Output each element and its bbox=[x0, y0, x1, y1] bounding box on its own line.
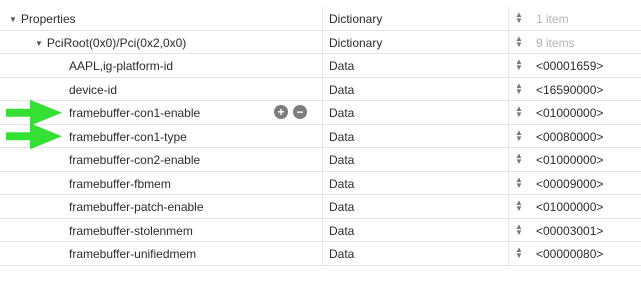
row-key-label: framebuffer-con2-enable bbox=[69, 153, 201, 167]
table-row[interactable]: ▼ PciRoot(0x0)/Pci(0x2,0x0) Dictionary ▲ ▼ 9 … bbox=[0, 31, 641, 54]
row-value[interactable]: <01000000> bbox=[536, 106, 603, 120]
row-value[interactable]: <16590000> bbox=[536, 83, 603, 97]
row-type[interactable]: Dictionary bbox=[329, 12, 382, 26]
row-type[interactable]: Data bbox=[329, 106, 354, 120]
table-row[interactable]: ▼ Properties Dictionary ▲ ▼ 1 item bbox=[0, 7, 641, 31]
stepper-icon[interactable]: ▲ ▼ bbox=[515, 152, 523, 166]
disclosure-triangle-icon[interactable]: ▼ bbox=[35, 39, 43, 48]
table-row[interactable]: framebuffer-stolenmem Data ▲ ▼ <00003001> bbox=[0, 219, 641, 242]
row-type[interactable]: Data bbox=[329, 200, 354, 214]
disclosure-triangle-icon[interactable]: ▼ bbox=[9, 15, 17, 24]
table-row[interactable]: framebuffer-con2-enable Data ▲ ▼ <01000000> bbox=[0, 148, 641, 172]
row-key-label: framebuffer-con1-enable bbox=[69, 106, 201, 120]
row-value[interactable]: 1 item bbox=[536, 12, 569, 26]
row-key-label: device-id bbox=[69, 82, 118, 97]
plus-circle-icon[interactable]: + bbox=[274, 105, 288, 119]
row-key[interactable]: AAPL,ig-platform-id bbox=[69, 59, 173, 73]
row-value[interactable]: <00003001> bbox=[536, 224, 603, 238]
minus-circle-icon[interactable]: − bbox=[293, 105, 307, 119]
row-type[interactable]: Data bbox=[329, 224, 354, 238]
row-key[interactable]: framebuffer-unifiedmem bbox=[69, 247, 196, 261]
row-key[interactable]: framebuffer-con2-enable bbox=[69, 153, 200, 167]
row-key[interactable]: ▼ PciRoot(0x0)/Pci(0x2,0x0) bbox=[35, 36, 186, 50]
stepper-icon[interactable]: ▲ ▼ bbox=[515, 222, 523, 236]
table-row[interactable]: framebuffer-con1-enable + − Data ▲ ▼ <01000000… bbox=[0, 101, 641, 125]
row-type[interactable]: Data bbox=[329, 59, 354, 73]
table-row[interactable]: framebuffer-patch-enable Data ▲ ▼ <01000000> bbox=[0, 195, 641, 219]
table-row[interactable]: framebuffer-con1-type Data ▲ ▼ <00080000> bbox=[0, 125, 641, 148]
row-key-label: AAPL,ig-platform-id bbox=[69, 59, 174, 73]
row-value[interactable]: <00000080> bbox=[536, 247, 603, 261]
stepper-icon[interactable]: ▲ ▼ bbox=[515, 34, 523, 48]
table-row[interactable]: device-id Data ▲ ▼ <16590000> bbox=[0, 78, 641, 101]
row-value[interactable]: <01000000> bbox=[536, 153, 603, 167]
table-row[interactable]: framebuffer-fbmem Data ▲ ▼ <00009000> bbox=[0, 172, 641, 195]
row-value[interactable]: 9 items bbox=[536, 36, 575, 50]
row-key-label: framebuffer-unifiedmem bbox=[69, 247, 197, 261]
row-key-label: PciRoot(0x0)/Pci(0x2,0x0) bbox=[46, 35, 187, 50]
row-value[interactable]: <01000000> bbox=[536, 200, 603, 214]
row-key-label: framebuffer-stolenmem bbox=[69, 223, 193, 238]
row-key-label: framebuffer-patch-enable bbox=[69, 200, 204, 214]
row-key[interactable]: framebuffer-con1-enable bbox=[69, 106, 200, 120]
row-key-label: Properties bbox=[20, 12, 76, 26]
row-type[interactable]: Data bbox=[329, 153, 354, 167]
row-value[interactable]: <00009000> bbox=[536, 177, 603, 191]
table-row[interactable]: AAPL,ig-platform-id Data ▲ ▼ <00001659> bbox=[0, 54, 641, 78]
row-type[interactable]: Data bbox=[329, 247, 354, 261]
row-value[interactable]: <00001659> bbox=[536, 59, 603, 73]
property-rows: ▼ Properties Dictionary ▲ ▼ 1 item ▼ PciRoot(0x… bbox=[0, 7, 641, 266]
stepper-icon[interactable]: ▲ ▼ bbox=[515, 246, 523, 260]
row-value[interactable]: <00080000> bbox=[536, 130, 603, 144]
row-key[interactable]: framebuffer-stolenmem bbox=[69, 224, 193, 238]
stepper-icon[interactable]: ▲ ▼ bbox=[515, 58, 523, 72]
row-key-label: framebuffer-fbmem bbox=[69, 176, 171, 191]
row-type[interactable]: Data bbox=[329, 130, 354, 144]
stepper-icon[interactable]: ▲ ▼ bbox=[515, 105, 523, 119]
row-type[interactable]: Dictionary bbox=[329, 36, 382, 50]
stepper-icon[interactable]: ▲ ▼ bbox=[515, 128, 523, 142]
row-key[interactable]: framebuffer-con1-type bbox=[69, 130, 187, 144]
row-key[interactable]: framebuffer-fbmem bbox=[69, 177, 171, 191]
stepper-icon[interactable]: ▲ ▼ bbox=[515, 199, 523, 213]
row-key[interactable]: ▼ Properties bbox=[9, 12, 76, 26]
row-key[interactable]: framebuffer-patch-enable bbox=[69, 200, 204, 214]
row-type[interactable]: Data bbox=[329, 177, 354, 191]
stepper-icon[interactable]: ▲ ▼ bbox=[515, 81, 523, 95]
stepper-icon[interactable]: ▲ ▼ bbox=[515, 175, 523, 189]
row-key[interactable]: device-id bbox=[69, 83, 117, 97]
row-key-label: framebuffer-con1-type bbox=[69, 129, 187, 144]
row-type[interactable]: Data bbox=[329, 83, 354, 97]
stepper-icon[interactable]: ▲ ▼ bbox=[515, 11, 523, 25]
add-remove-controls: + − bbox=[274, 105, 307, 119]
property-list-table: ▼ Properties Dictionary ▲ ▼ 1 item ▼ PciRoot(0x… bbox=[0, 7, 641, 266]
table-row[interactable]: framebuffer-unifiedmem Data ▲ ▼ <00000080> bbox=[0, 242, 641, 266]
